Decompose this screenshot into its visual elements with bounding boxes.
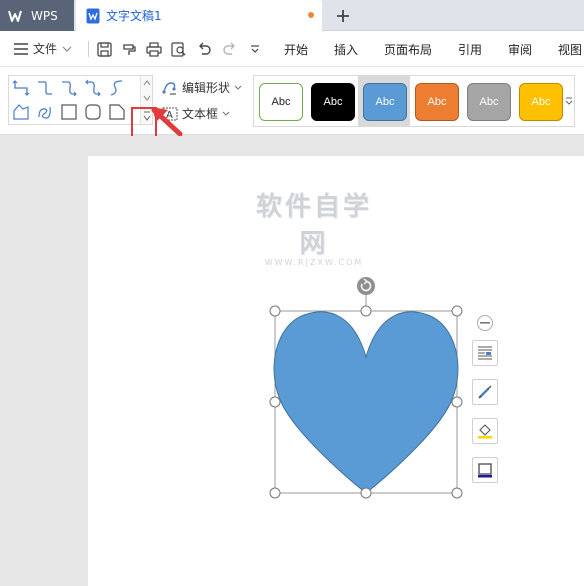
scribble-icon[interactable] (35, 102, 55, 122)
elbow-arrow-connector-icon[interactable] (11, 78, 31, 98)
tab-review[interactable]: 审阅 (508, 41, 532, 58)
tab-page-layout[interactable]: 页面布局 (384, 41, 432, 58)
file-menu[interactable]: 文件 (14, 40, 72, 57)
shape-style-swatch[interactable]: Abc (519, 83, 563, 121)
quick-access-more-icon[interactable] (246, 40, 264, 58)
unsaved-indicator (308, 12, 314, 18)
tab-insert[interactable]: 插入 (334, 41, 358, 58)
wps-tab-label: WPS (31, 8, 58, 23)
document-tab[interactable]: 文字文稿1 (76, 0, 322, 31)
style-swatch-label: Abc (427, 96, 447, 108)
plus-icon[interactable] (330, 3, 356, 29)
caret-down-icon (234, 85, 242, 90)
shape-outline-icon[interactable] (472, 457, 498, 483)
chevron-down-icon (62, 46, 72, 52)
style-gallery-expand-icon[interactable] (564, 76, 574, 126)
scroll-down-icon[interactable] (142, 94, 152, 102)
shape-style-swatch[interactable]: Abc (467, 83, 511, 121)
redo-icon[interactable] (220, 40, 238, 58)
curved-connector-icon[interactable] (59, 78, 79, 98)
edit-shape-icon (162, 81, 176, 94)
shape-style-swatch[interactable]: Abc (363, 83, 407, 121)
watermark-title: 软件自学网 (255, 192, 372, 259)
document-icon (86, 8, 100, 23)
print-icon[interactable] (145, 40, 163, 58)
hamburger-icon (14, 42, 28, 55)
shape-style-swatch[interactable]: Abc (311, 83, 355, 121)
style-swatch-label: Abc (479, 96, 499, 108)
format-painter-icon[interactable] (120, 40, 138, 58)
fill-bucket-icon[interactable] (472, 418, 498, 444)
edit-shape-button[interactable]: 编辑形状 (162, 79, 242, 96)
file-menu-label: 文件 (33, 42, 58, 56)
style-swatch-label: Abc (271, 96, 291, 108)
scroll-up-icon[interactable] (142, 79, 152, 87)
layout-options-icon[interactable] (472, 340, 498, 366)
curved-double-arrow-icon[interactable] (83, 78, 103, 98)
title-bar: WPS 文字文稿1 (0, 0, 584, 31)
tab-start[interactable]: 开始 (284, 41, 308, 58)
curve-icon[interactable] (107, 78, 127, 98)
shape-style-gallery: Abc Abc Abc Abc Abc Abc (253, 75, 575, 127)
elbow-connector-icon[interactable] (35, 78, 55, 98)
wps-home-tab[interactable]: WPS (0, 0, 74, 31)
outline-brush-icon[interactable] (472, 379, 498, 405)
caret-down-icon (222, 111, 230, 116)
watermark: 软件自学网 WWW.RJZXW.COM (244, 186, 384, 267)
tab-references[interactable]: 引用 (458, 41, 482, 58)
rectangle-icon[interactable] (59, 102, 79, 122)
wps-logo-icon (8, 10, 22, 22)
style-swatch-label: Abc (323, 96, 343, 108)
shape-style-swatch[interactable]: Abc (415, 83, 459, 121)
drawing-tools-ribbon: 编辑形状 A 文本框 Abc Abc Abc Abc Abc Abc (0, 67, 584, 135)
undo-icon[interactable] (195, 40, 213, 58)
freeform-icon[interactable] (11, 102, 31, 122)
save-icon[interactable] (95, 40, 113, 58)
style-swatch-label: Abc (375, 96, 395, 108)
menu-divider (88, 41, 89, 57)
shape-style-swatch[interactable]: Abc (259, 83, 303, 121)
print-preview-icon[interactable] (170, 40, 188, 58)
style-swatch-label: Abc (531, 96, 551, 108)
menu-bar: 文件 开始 插入 页面布局 引用 审阅 视图 (0, 31, 584, 67)
snip-rectangle-icon[interactable] (107, 102, 127, 122)
edit-shape-label: 编辑形状 (182, 81, 231, 95)
tab-view[interactable]: 视图 (558, 41, 582, 58)
document-tab-label: 文字文稿1 (106, 9, 162, 23)
watermark-url: WWW.RJZXW.COM (264, 258, 364, 267)
collapse-toolbar-icon[interactable] (477, 315, 493, 331)
rounded-rectangle-icon[interactable] (83, 102, 103, 122)
